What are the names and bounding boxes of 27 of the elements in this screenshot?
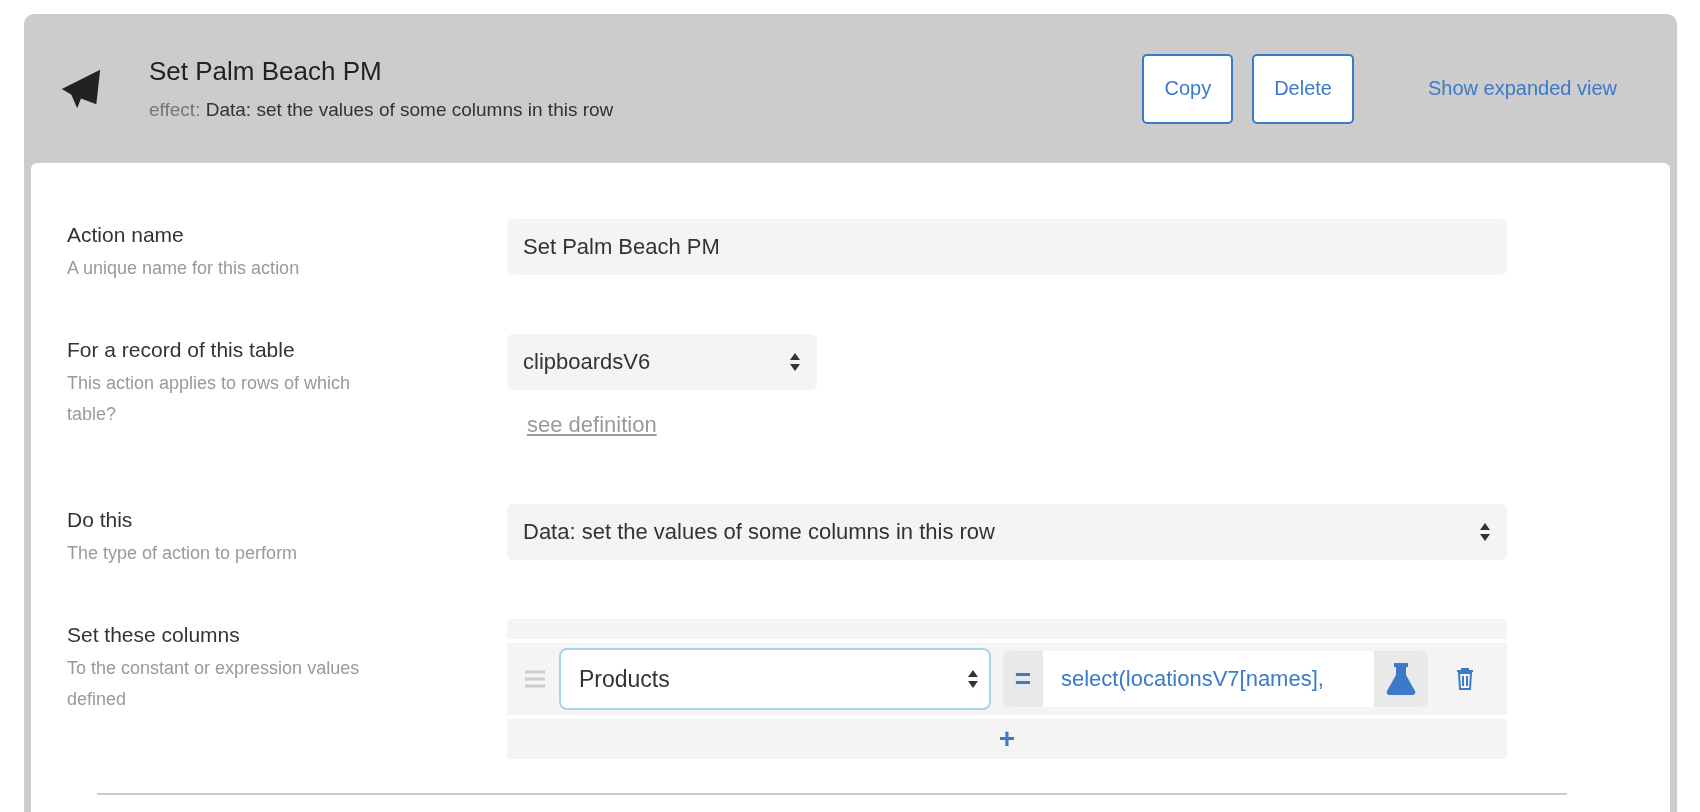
delete-button[interactable]: Delete [1252,53,1354,124]
show-expanded-view-link[interactable]: Show expanded view [1428,77,1617,100]
sort-arrows-icon [1479,522,1491,542]
column-dropdown[interactable]: Products [559,648,991,710]
field-hint: This action applies to rows of which table? [67,372,352,426]
effect-description: effect: Data: set the values of some columns in this row [149,99,615,121]
trash-icon[interactable] [1456,668,1474,690]
drag-handle-icon[interactable] [523,669,547,689]
action-type-dropdown[interactable]: Data: set the values of some columns in this row [507,504,1507,560]
field-label: Do this [67,507,134,532]
field-hint: The type of action to perform [67,542,299,565]
copy-button[interactable]: Copy [1142,53,1234,124]
sort-arrows-icon [967,669,979,689]
table-dropdown[interactable]: clipboardsV6 [507,334,817,390]
field-label: Set these columns [67,622,241,647]
field-hint: To the constant or expression values defined [67,657,361,711]
add-row-button[interactable]: + [998,723,1016,755]
action-title: Set Palm Beach PM [149,56,383,87]
equals-sign: = [1013,662,1033,696]
expression-field[interactable]: select(locationsV7[names], [1043,651,1374,707]
field-label: For a record of this table [67,337,296,362]
see-definition-link[interactable]: see definition [527,412,657,438]
action-name-field[interactable]: Set Palm Beach PM [507,219,1507,275]
flask-icon[interactable] [1386,662,1416,696]
field-label: Action name [67,222,185,247]
sort-arrows-icon [789,352,801,372]
field-hint: A unique name for this action [67,257,301,280]
